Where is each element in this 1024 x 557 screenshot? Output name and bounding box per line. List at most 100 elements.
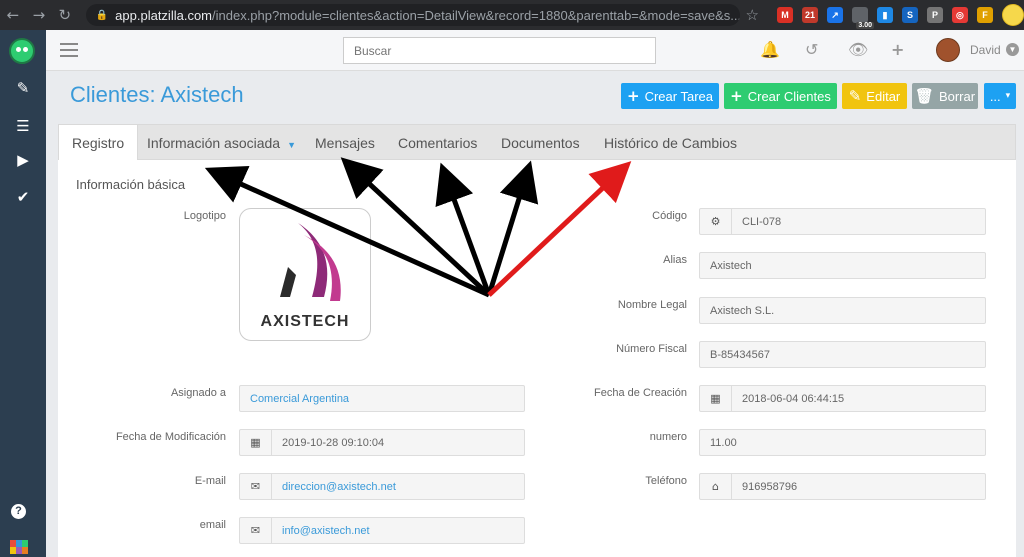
eye-icon[interactable]: 👁: [848, 40, 868, 59]
axistech-logo-icon: [280, 223, 341, 301]
borrar-button[interactable]: 🗑 Borrar: [912, 83, 978, 109]
profile-emoji-icon[interactable]: [1001, 4, 1024, 26]
bell-icon[interactable]: 🔔: [760, 40, 780, 59]
field-label: Asignado a: [170, 387, 226, 399]
forward-icon[interactable]: →: [26, 6, 52, 24]
s-extension-icon[interactable]: S: [901, 7, 918, 23]
extensions-bar: M 21 ↗ 3.00 ▮ S P ◎ F: [776, 4, 1024, 29]
calendar-extension-icon[interactable]: 21: [801, 7, 818, 23]
field-text: 916958796: [742, 480, 798, 493]
tab-label: Información asociada: [147, 135, 281, 151]
tab-historico-cambios[interactable]: Histórico de Cambios: [604, 125, 737, 161]
field-text: Axistech: [710, 259, 752, 272]
app-logo[interactable]: [9, 38, 35, 64]
m-extension-icon[interactable]: M: [776, 7, 793, 23]
left-sidebar: ✎ ☰ ▶ ✔ ?: [0, 30, 46, 557]
logo-label: Logotipo: [183, 210, 226, 222]
list-icon[interactable]: ☰: [0, 117, 46, 135]
field-label: Fecha de Modificación: [115, 431, 226, 443]
field-value[interactable]: Comercial Argentina: [239, 385, 525, 412]
field-value[interactable]: ▦ 2019-10-28 09:10:04: [239, 429, 525, 456]
section-title: Información básica: [76, 177, 186, 192]
tab-comentarios[interactable]: Comentarios: [398, 125, 477, 161]
play-icon[interactable]: ▶: [0, 151, 46, 169]
button-label: Crear Tarea: [644, 88, 713, 104]
apps-grid-icon[interactable]: [10, 540, 28, 554]
field-text: Comercial Argentina: [250, 392, 350, 405]
field-text: Axistech S.L.: [710, 304, 775, 317]
reload-icon[interactable]: ↻: [52, 6, 78, 24]
crear-tarea-icon: +: [627, 87, 640, 105]
field-text: CLI-078: [742, 215, 782, 228]
field-text: 2018-06-04 06:44:15: [742, 392, 845, 405]
chart-extension-icon[interactable]: ▮: [876, 7, 893, 23]
lock-icon: 🔒: [95, 9, 109, 21]
tab-documentos[interactable]: Documentos: [501, 125, 580, 161]
field-value[interactable]: Axistech: [699, 252, 986, 279]
field-value[interactable]: ⌂ 916958796: [699, 473, 986, 500]
field-value[interactable]: 11.00: [699, 429, 986, 456]
field-value[interactable]: Axistech S.L.: [699, 297, 986, 324]
field-value[interactable]: ✉ direccion@axistech.net: [239, 473, 525, 500]
page-title: Clientes: Axistech: [70, 82, 244, 107]
url-path: /index.php?module=clientes&action=Detail…: [212, 7, 740, 23]
weather-extension-icon[interactable]: 3.00: [851, 7, 874, 29]
field-value[interactable]: ✉ info@axistech.net: [239, 517, 525, 544]
field-label: Fecha de Creación: [594, 387, 687, 399]
plus-icon[interactable]: +: [891, 40, 904, 59]
more-icon: ▾: [1005, 91, 1011, 101]
user-name[interactable]: David: [970, 43, 1001, 57]
field-text: 2019-10-28 09:10:04: [282, 436, 385, 449]
logo-text: AXISTECH: [260, 313, 350, 330]
field-value[interactable]: ▦ 2018-06-04 06:44:15: [699, 385, 986, 412]
field-text: info@axistech.net: [282, 524, 370, 537]
tab-mensajes[interactable]: Mensajes: [315, 125, 375, 161]
check-icon[interactable]: ✔: [0, 188, 46, 206]
crear-clientes-icon: +: [730, 87, 743, 105]
menu-icon[interactable]: [60, 43, 78, 57]
search-input[interactable]: [343, 37, 656, 64]
button-label: Crear Clientes: [747, 88, 831, 104]
cc-extension-icon[interactable]: ◎: [951, 7, 968, 23]
more-button[interactable]: ... ▾: [984, 83, 1016, 109]
help-icon[interactable]: ?: [11, 504, 26, 519]
company-logo: AXISTECH: [239, 208, 371, 341]
field-value[interactable]: B-85434567: [699, 341, 986, 368]
field-value[interactable]: ⚙ CLI-078: [699, 208, 986, 235]
button-label: Borrar: [938, 88, 976, 104]
crear-tarea-button[interactable]: + Crear Tarea: [621, 83, 719, 109]
field-label: E-mail: [194, 475, 226, 487]
field-label: Alias: [663, 254, 687, 266]
field-text: direccion@axistech.net: [282, 480, 396, 493]
field-label: Código: [652, 210, 687, 222]
tab-registro[interactable]: Registro: [59, 125, 139, 161]
back-icon[interactable]: ←: [0, 6, 26, 24]
top-bar: 🔔 ↺ 👁 + David ▼: [46, 30, 1024, 71]
editar-icon: ✎: [848, 87, 862, 105]
crear-clientes-button[interactable]: + Crear Clientes: [724, 83, 837, 109]
f-extension-icon[interactable]: F: [976, 7, 993, 23]
url-host: app.platzilla.com: [115, 7, 212, 23]
history-icon[interactable]: ↺: [805, 40, 818, 59]
cogs-icon: ⚙: [700, 209, 732, 234]
p-extension-icon[interactable]: P: [926, 7, 943, 23]
field-label: numero: [649, 431, 687, 443]
field-label: email: [199, 519, 226, 531]
avatar[interactable]: [936, 38, 960, 62]
field-label: Nombre Legal: [617, 299, 687, 311]
chevron-down-icon[interactable]: ▼: [1006, 43, 1019, 56]
address-bar[interactable]: 🔒 app.platzilla.com /index.php?module=cl…: [85, 4, 740, 26]
calendar-icon: ▦: [240, 430, 272, 455]
extension-badge: 3.00: [856, 22, 874, 29]
tab-bar: Registro Información asociada ▼ Mensajes …: [58, 124, 1016, 161]
button-label: ...: [989, 88, 1001, 104]
editar-button[interactable]: ✎ Editar: [842, 83, 907, 109]
envelope-icon: ✉: [240, 518, 272, 543]
bookmark-star-icon[interactable]: ☆: [746, 6, 759, 24]
envelope-icon: ✉: [240, 474, 272, 499]
calendar-icon: ▦: [700, 386, 732, 411]
tab-informacion-asociada[interactable]: Información asociada ▼: [147, 125, 296, 161]
edit-icon[interactable]: ✎: [0, 79, 46, 97]
arrow-extension-icon[interactable]: ↗: [826, 7, 843, 23]
caret-down-icon: ▼: [287, 140, 296, 150]
